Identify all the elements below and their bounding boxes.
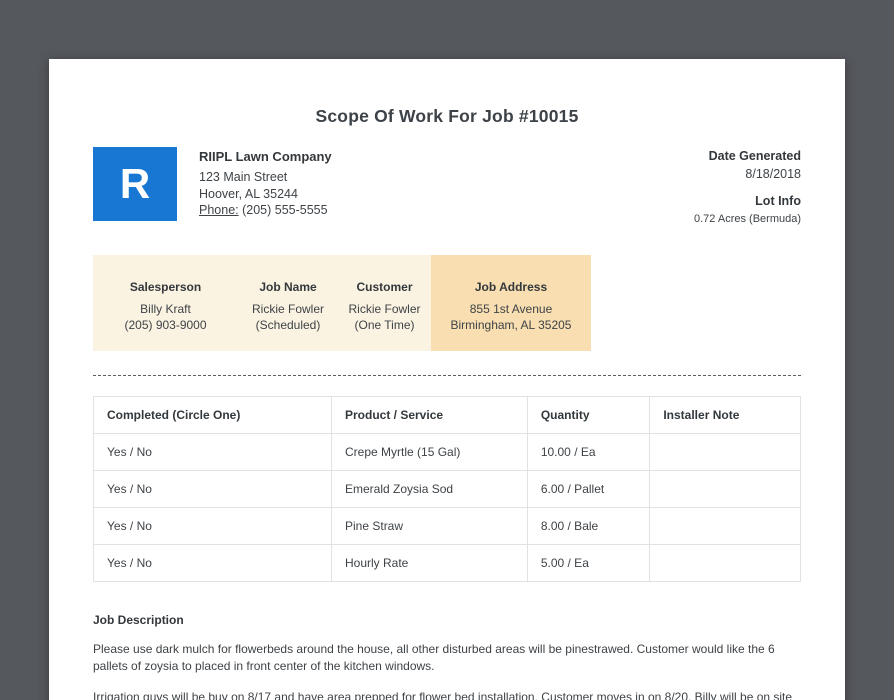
- cell-product: Crepe Myrtle (15 Gal): [331, 433, 528, 471]
- salesperson-label: Salesperson: [129, 280, 202, 294]
- cell-installer-note: [649, 470, 801, 508]
- cell-completed: Yes / No: [93, 470, 332, 508]
- header-product-service: Product / Service: [331, 396, 528, 434]
- company-logo: R: [93, 147, 177, 221]
- cell-completed: Yes / No: [93, 433, 332, 471]
- header-completed: Completed (Circle One): [93, 396, 332, 434]
- company-address-line1: 123 Main Street: [199, 170, 288, 184]
- cell-product: Hourly Rate: [331, 544, 528, 582]
- cell-product: Emerald Zoysia Sod: [331, 470, 528, 508]
- customer-type: (One Time): [354, 318, 415, 332]
- job-address-label: Job Address: [474, 280, 548, 294]
- job-description-paragraph-1: Please use dark mulch for flowerbeds aro…: [93, 642, 775, 673]
- page-content: Scope Of Work For Job #10015 R RIIPL Law…: [49, 106, 845, 700]
- logo-letter-icon: R: [119, 160, 151, 207]
- summary-col-job-name: Job Name Rickie Fowler (Scheduled): [238, 255, 338, 351]
- page-title: Scope Of Work For Job #10015: [315, 106, 579, 126]
- cell-quantity: 5.00 / Ea: [526, 544, 651, 582]
- cell-installer-note: [649, 507, 801, 545]
- company-name: RIIPL Lawn Company: [199, 149, 332, 164]
- lot-info-label: Lot Info: [755, 194, 801, 208]
- work-table: Completed (Circle One) Product / Service…: [93, 396, 801, 582]
- cell-product: Pine Straw: [331, 507, 528, 545]
- summary-col-job-address: Job Address 855 1st Avenue Birmingham, A…: [431, 255, 591, 351]
- company-address-line2: Hoover, AL 35244: [199, 186, 298, 201]
- header-quantity: Quantity: [526, 396, 651, 434]
- job-name-label: Job Name: [259, 280, 317, 294]
- company-phone: Phone: (205) 555-5555: [199, 202, 332, 219]
- table-row: Yes / No Crepe Myrtle (15 Gal) 10.00 / E…: [93, 433, 801, 471]
- job-summary-band: Salesperson Billy Kraft (205) 903-9000 J…: [93, 255, 801, 351]
- job-address-line1: 855 1st Avenue: [469, 302, 553, 316]
- salesperson-phone: (205) 903-9000: [124, 318, 207, 332]
- customer-name: Rickie Fowler: [348, 302, 421, 316]
- cell-installer-note: [649, 544, 801, 582]
- date-generated-label: Date Generated: [708, 149, 801, 163]
- job-name-value: Rickie Fowler: [251, 302, 324, 316]
- cell-installer-note: [649, 433, 801, 471]
- cell-completed: Yes / No: [93, 507, 332, 545]
- dashed-divider: [93, 375, 801, 376]
- document-header: R RIIPL Lawn Company 123 Main Street Hoo…: [93, 147, 801, 225]
- document-page: Scope Of Work For Job #10015 R RIIPL Law…: [49, 59, 845, 700]
- job-description-paragraph-2: Irrigation guys will be buy on 8/17 and …: [93, 690, 793, 700]
- table-row: Yes / No Hourly Rate 5.00 / Ea: [93, 544, 801, 582]
- lot-info-value: 0.72 Acres (Bermuda): [694, 213, 801, 225]
- cell-quantity: 8.00 / Bale: [526, 507, 651, 545]
- document-meta: Date Generated 8/18/2018 Lot Info 0.72 A…: [694, 147, 801, 225]
- summary-col-customer: Customer Rickie Fowler (One Time): [338, 255, 431, 351]
- company-info: RIIPL Lawn Company 123 Main Street Hoove…: [199, 147, 332, 219]
- cell-quantity: 10.00 / Ea: [526, 433, 651, 471]
- phone-value: (205) 555-5555: [238, 203, 328, 217]
- table-header-row: Completed (Circle One) Product / Service…: [93, 396, 801, 434]
- header-installer-note: Installer Note: [649, 396, 801, 434]
- salesperson-name: Billy Kraft: [140, 302, 191, 316]
- cell-completed: Yes / No: [93, 544, 332, 582]
- table-row: Yes / No Pine Straw 8.00 / Bale: [93, 507, 801, 545]
- date-generated-value: 8/18/2018: [745, 167, 801, 181]
- table-row: Yes / No Emerald Zoysia Sod 6.00 / Palle…: [93, 470, 801, 508]
- cell-quantity: 6.00 / Pallet: [526, 470, 651, 508]
- job-description-heading: Job Description: [93, 613, 184, 627]
- job-address-line2: Birmingham, AL 35205: [450, 318, 572, 332]
- summary-col-salesperson: Salesperson Billy Kraft (205) 903-9000: [93, 255, 238, 351]
- job-name-status: (Scheduled): [255, 318, 321, 332]
- customer-label: Customer: [356, 280, 413, 294]
- phone-label: Phone:: [199, 203, 239, 217]
